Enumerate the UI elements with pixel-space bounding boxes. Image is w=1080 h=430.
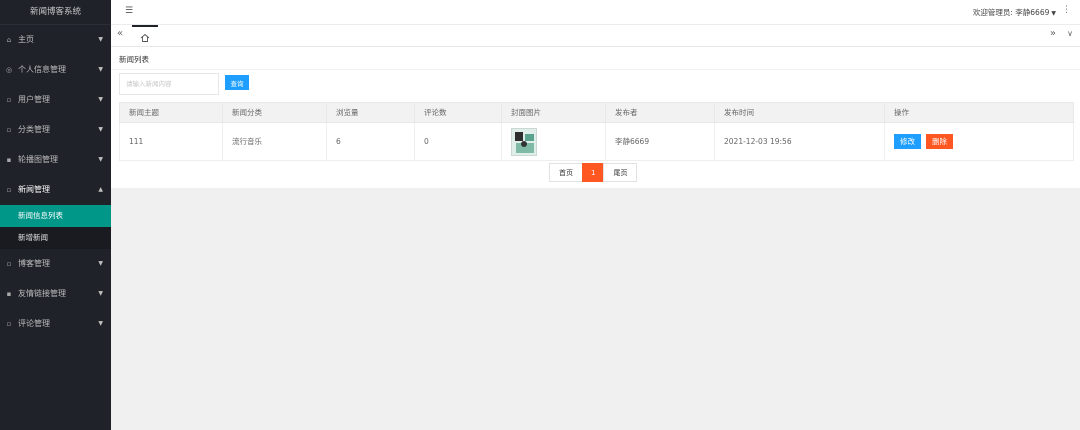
cover-image [511, 127, 537, 156]
edit-button[interactable]: 修改 [894, 134, 921, 149]
pager-first[interactable]: 首页 [549, 163, 583, 182]
sidebar-item-category[interactable]: ▫ 分类管理 ▼ [0, 115, 111, 145]
menu-toggle-icon[interactable]: ☰ [125, 6, 133, 16]
search-button[interactable]: 查询 [225, 75, 249, 90]
sidebar-item-home[interactable]: ⌂ 主页 ▼ [0, 25, 111, 55]
users-icon: ▫ [6, 96, 12, 104]
caret-down-icon: ▼ [98, 66, 103, 73]
divider [111, 69, 1080, 70]
news-icon: ▫ [6, 186, 12, 194]
sidebar-item-profile[interactable]: ◎ 个人信息管理 ▼ [0, 55, 111, 85]
cell-actions: 修改 删除 [884, 122, 1074, 161]
sidebar-item-users[interactable]: ▫ 用户管理 ▼ [0, 85, 111, 115]
vertical-dots-icon[interactable]: ⋮ [1062, 5, 1071, 15]
caret-down-icon: ▼ [98, 156, 103, 163]
column-header: 发布时间 [714, 102, 885, 123]
tab-home[interactable] [132, 25, 158, 47]
caret-down-icon: ▼ [98, 126, 103, 133]
sidebar-subitem-add-news[interactable]: 新增新闻 [0, 227, 111, 249]
user-icon: ◎ [5, 66, 13, 74]
column-header: 封面图片 [501, 102, 606, 123]
sidebar-nav: ⌂ 主页 ▼ ◎ 个人信息管理 ▼ ▫ 用户管理 ▼ ▫ 分类管理 ▼ ▪ 轮播图管理 ▼… [0, 25, 111, 339]
sidebar-subitem-news-list[interactable]: 新闻信息列表 [0, 205, 111, 227]
user-menu[interactable]: 欢迎管理员: 李静6669 ▼ [973, 7, 1056, 18]
pager-last[interactable]: 尾页 [603, 163, 638, 182]
column-header: 新闻分类 [222, 102, 327, 123]
pagination: 首页 1 尾页 [549, 163, 638, 182]
pager-current-page[interactable]: 1 [582, 163, 605, 182]
caret-down-icon: ▼ [98, 96, 103, 103]
page-title: 新闻列表 [119, 55, 149, 64]
home-icon [140, 33, 150, 42]
image-icon: ▪ [6, 156, 12, 164]
tab-bar: « » ∨ [111, 25, 1080, 47]
sidebar-item-news[interactable]: ▫ 新闻管理 ▲ [0, 175, 111, 205]
search-input[interactable] [119, 73, 219, 95]
app-logo-title: 新闻博客系统 [0, 0, 111, 25]
column-header: 发布者 [605, 102, 715, 123]
column-header: 操作 [884, 102, 1074, 123]
sidebar-item-comments[interactable]: ▫ 评论管理 ▼ [0, 309, 111, 339]
column-header: 新闻主题 [119, 102, 223, 123]
cell-comments: 0 [414, 122, 502, 161]
cell-cover [501, 122, 606, 161]
table-header-row: 新闻主题 新闻分类 浏览量 评论数 封面图片 发布者 发布时间 操作 [119, 102, 1074, 123]
caret-up-icon: ▲ [98, 186, 103, 193]
caret-down-icon: ▼ [98, 260, 103, 267]
comment-icon: ▫ [6, 320, 12, 328]
tab-scroll-left-icon[interactable]: « [117, 28, 123, 39]
sidebar-item-links[interactable]: ▪ 友情链接管理 ▼ [0, 279, 111, 309]
cell-category: 流行音乐 [222, 122, 327, 161]
sidebar-item-carousel[interactable]: ▪ 轮播图管理 ▼ [0, 145, 111, 175]
delete-button[interactable]: 删除 [926, 134, 953, 149]
news-list-card: 新闻列表 查询 新闻主题 新闻分类 浏览量 评论数 封面图片 发布者 发布时间 … [111, 47, 1080, 188]
news-submenu: 新闻信息列表 新增新闻 [0, 205, 111, 249]
tab-scroll-right-icon[interactable]: » [1050, 28, 1056, 39]
caret-down-icon: ▼ [98, 320, 103, 327]
sidebar-item-blog[interactable]: ▫ 博客管理 ▼ [0, 249, 111, 279]
column-header: 浏览量 [326, 102, 415, 123]
cell-subject: 111 [119, 122, 223, 161]
news-table: 新闻主题 新闻分类 浏览量 评论数 封面图片 发布者 发布时间 操作 111 流… [119, 102, 1074, 161]
top-header: ☰ 欢迎管理员: 李静6669 ▼ ⋮ [111, 0, 1080, 25]
caret-down-icon: ▼ [1051, 10, 1056, 17]
blog-icon: ▫ [6, 260, 12, 268]
cell-time: 2021-12-03 19:56 [714, 122, 885, 161]
chevron-down-icon[interactable]: ∨ [1067, 29, 1073, 38]
link-icon: ▪ [6, 290, 12, 298]
home-icon: ⌂ [6, 36, 12, 44]
sidebar: 新闻博客系统 ⌂ 主页 ▼ ◎ 个人信息管理 ▼ ▫ 用户管理 ▼ ▫ 分类管理 ▼ ▪… [0, 0, 111, 430]
cell-views: 6 [326, 122, 415, 161]
cell-publisher: 李静6669 [605, 122, 715, 161]
table-row: 111 流行音乐 6 0 李静6669 2021-12-03 19:56 修改删… [119, 122, 1074, 161]
caret-down-icon: ▼ [98, 290, 103, 297]
column-header: 评论数 [414, 102, 502, 123]
category-icon: ▫ [6, 126, 12, 134]
caret-down-icon: ▼ [98, 36, 103, 43]
